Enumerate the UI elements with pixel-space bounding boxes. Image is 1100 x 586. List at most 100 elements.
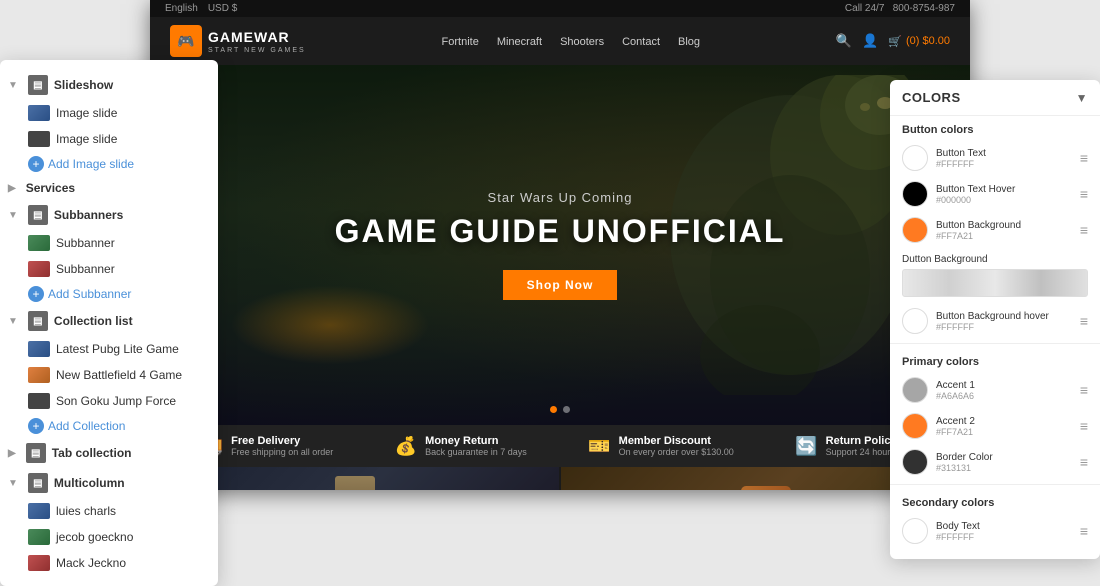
feature-delivery: 🚚 Free Delivery Free shipping on all ord…: [201, 435, 333, 457]
body-text-color-name: Body Text: [936, 521, 1072, 532]
list-item[interactable]: jecob goeckno: [0, 524, 218, 550]
nav-icons: 🔍 👤 🛒 (0) $0.00: [836, 33, 950, 49]
money-icon: 💰: [395, 436, 417, 457]
color-menu-icon-2[interactable]: ≡: [1080, 186, 1088, 202]
logo: 🎮 GAMEWAR START NEW GAMES: [170, 25, 306, 57]
colors-title: COLORS: [902, 90, 961, 105]
multicolumn-icon: ▤: [28, 473, 48, 493]
dot-1[interactable]: [550, 406, 557, 413]
button-colors-section-title: Button colors: [890, 116, 1100, 140]
nav-link-contact[interactable]: Contact: [622, 36, 660, 48]
chevron-down-icon-2: ▼: [8, 210, 18, 221]
add-subbanner-button[interactable]: + Add Subbanner: [0, 282, 218, 306]
button-bg-swatch[interactable]: [902, 217, 928, 243]
list-item[interactable]: Mack Jeckno: [0, 550, 218, 576]
slideshow-section-icon: ▤: [28, 75, 48, 95]
button-text-hover-swatch[interactable]: [902, 181, 928, 207]
subbanner-label-1: Subbanner: [56, 236, 115, 250]
color-menu-icon-4[interactable]: ≡: [1080, 313, 1088, 329]
color-row-button-text: Button Text #FFFFFF ≡: [890, 140, 1100, 176]
nav-link-blog[interactable]: Blog: [678, 36, 700, 48]
color-menu-icon-8[interactable]: ≡: [1080, 523, 1088, 539]
button-bg-hover-swatch[interactable]: [902, 308, 928, 334]
dutton-bg-label: Dutton Background: [902, 254, 1088, 265]
feature-money: 💰 Money Return Back guarantee in 7 days: [395, 435, 527, 457]
nav-link-shooters[interactable]: Shooters: [560, 36, 604, 48]
accent1-swatch[interactable]: [902, 377, 928, 403]
secondary-colors-section-title: Secondary colors: [890, 489, 1100, 513]
color-menu-icon[interactable]: ≡: [1080, 150, 1088, 166]
bottom-previews: Best Action Game 3D Pixel Racing: [150, 467, 970, 490]
multicolumn-thumb-2: [28, 529, 50, 545]
image-thumb-1: [28, 105, 50, 121]
sidebar-section-subbanners[interactable]: ▼ ▤ Subbanners: [0, 200, 218, 230]
search-icon[interactable]: 🔍: [836, 33, 852, 49]
left-sidebar: ▼ ▤ Slideshow Image slide Image slide + …: [0, 60, 218, 586]
button-text-color-hex: #FFFFFF: [936, 159, 1072, 169]
list-item[interactable]: Son Goku Jump Force: [0, 388, 218, 414]
color-menu-icon-7[interactable]: ≡: [1080, 454, 1088, 470]
cart-button[interactable]: 🛒 (0) $0.00: [888, 35, 950, 48]
shop-now-button[interactable]: Shop Now: [503, 270, 618, 300]
accent2-swatch[interactable]: [902, 413, 928, 439]
subbanners-section-label: Subbanners: [54, 208, 123, 222]
add-image-slide-button[interactable]: + Add Image slide: [0, 152, 218, 176]
list-item[interactable]: New Battlefield 4 Game: [0, 362, 218, 388]
chevron-down-icon-3: ▼: [8, 316, 18, 327]
dutton-bg-bar[interactable]: [902, 269, 1088, 297]
color-menu-icon-3[interactable]: ≡: [1080, 222, 1088, 238]
feature-delivery-title: Free Delivery: [231, 435, 333, 447]
divider-2: [890, 484, 1100, 485]
add-icon: +: [28, 156, 44, 172]
sidebar-section-slideshow[interactable]: ▼ ▤ Slideshow: [0, 70, 218, 100]
color-row-accent1: Accent 1 #A6A6A6 ≡: [890, 372, 1100, 408]
feature-discount-title: Member Discount: [619, 435, 734, 447]
button-text-color-name: Button Text: [936, 148, 1072, 159]
navbar: 🎮 GAMEWAR START NEW GAMES Fortnite Minec…: [150, 17, 970, 65]
collection-list-label: Collection list: [54, 314, 133, 328]
list-item[interactable]: luies charls: [0, 498, 218, 524]
sidebar-section-services[interactable]: ▶ Services: [0, 176, 218, 200]
features-bar: 🚚 Free Delivery Free shipping on all ord…: [150, 425, 970, 467]
border-color-hex: #313131: [936, 463, 1072, 473]
list-item[interactable]: Image slide: [0, 100, 218, 126]
phone-label: Call 24/7: [845, 3, 884, 14]
list-item[interactable]: Subbanner: [0, 256, 218, 282]
image-slide-label-2: Image slide: [56, 132, 117, 146]
list-item[interactable]: Subbanner: [0, 230, 218, 256]
sidebar-section-multicolumn[interactable]: ▼ ▤ Multicolumn: [0, 468, 218, 498]
collection-thumb-3: [28, 393, 50, 409]
body-text-swatch[interactable]: [902, 518, 928, 544]
button-text-hover-color-hex: #000000: [936, 195, 1072, 205]
nav-links: Fortnite Minecraft Shooters Contact Blog: [442, 32, 701, 50]
color-menu-icon-6[interactable]: ≡: [1080, 418, 1088, 434]
add-collection-button[interactable]: + Add Collection: [0, 414, 218, 438]
color-menu-icon-5[interactable]: ≡: [1080, 382, 1088, 398]
currency-selector[interactable]: USD $: [208, 3, 237, 14]
divider-1: [890, 343, 1100, 344]
sidebar-section-tab-collection[interactable]: ▶ ▤ Tab collection: [0, 438, 218, 468]
feature-money-title: Money Return: [425, 435, 527, 447]
image-thumb-2: [28, 131, 50, 147]
dutton-bg-section: Dutton Background: [890, 248, 1100, 303]
multicolumn-label: Multicolumn: [54, 476, 125, 490]
nav-link-minecraft[interactable]: Minecraft: [497, 36, 542, 48]
user-icon[interactable]: 👤: [862, 33, 878, 49]
border-color-swatch[interactable]: [902, 449, 928, 475]
slideshow-section-label: Slideshow: [54, 78, 113, 92]
nav-link-fortnite[interactable]: Fortnite: [442, 36, 479, 48]
body-text-color-hex: #FFFFFF: [936, 532, 1072, 542]
language-selector[interactable]: English: [165, 3, 198, 14]
feature-money-desc: Back guarantee in 7 days: [425, 447, 527, 457]
dot-2[interactable]: [563, 406, 570, 413]
services-section-label: Services: [26, 181, 75, 195]
colors-collapse-icon[interactable]: ▼: [1076, 91, 1088, 105]
button-bg-hover-color-hex: #FFFFFF: [936, 322, 1072, 332]
sidebar-section-collection-list[interactable]: ▼ ▤ Collection list: [0, 306, 218, 336]
collection-thumb-1: [28, 341, 50, 357]
list-item[interactable]: Latest Pubg Lite Game: [0, 336, 218, 362]
logo-sub: START NEW GAMES: [208, 47, 306, 54]
button-text-swatch[interactable]: [902, 145, 928, 171]
list-item[interactable]: Image slide: [0, 126, 218, 152]
multicolumn-item-2: jecob goeckno: [56, 530, 133, 544]
